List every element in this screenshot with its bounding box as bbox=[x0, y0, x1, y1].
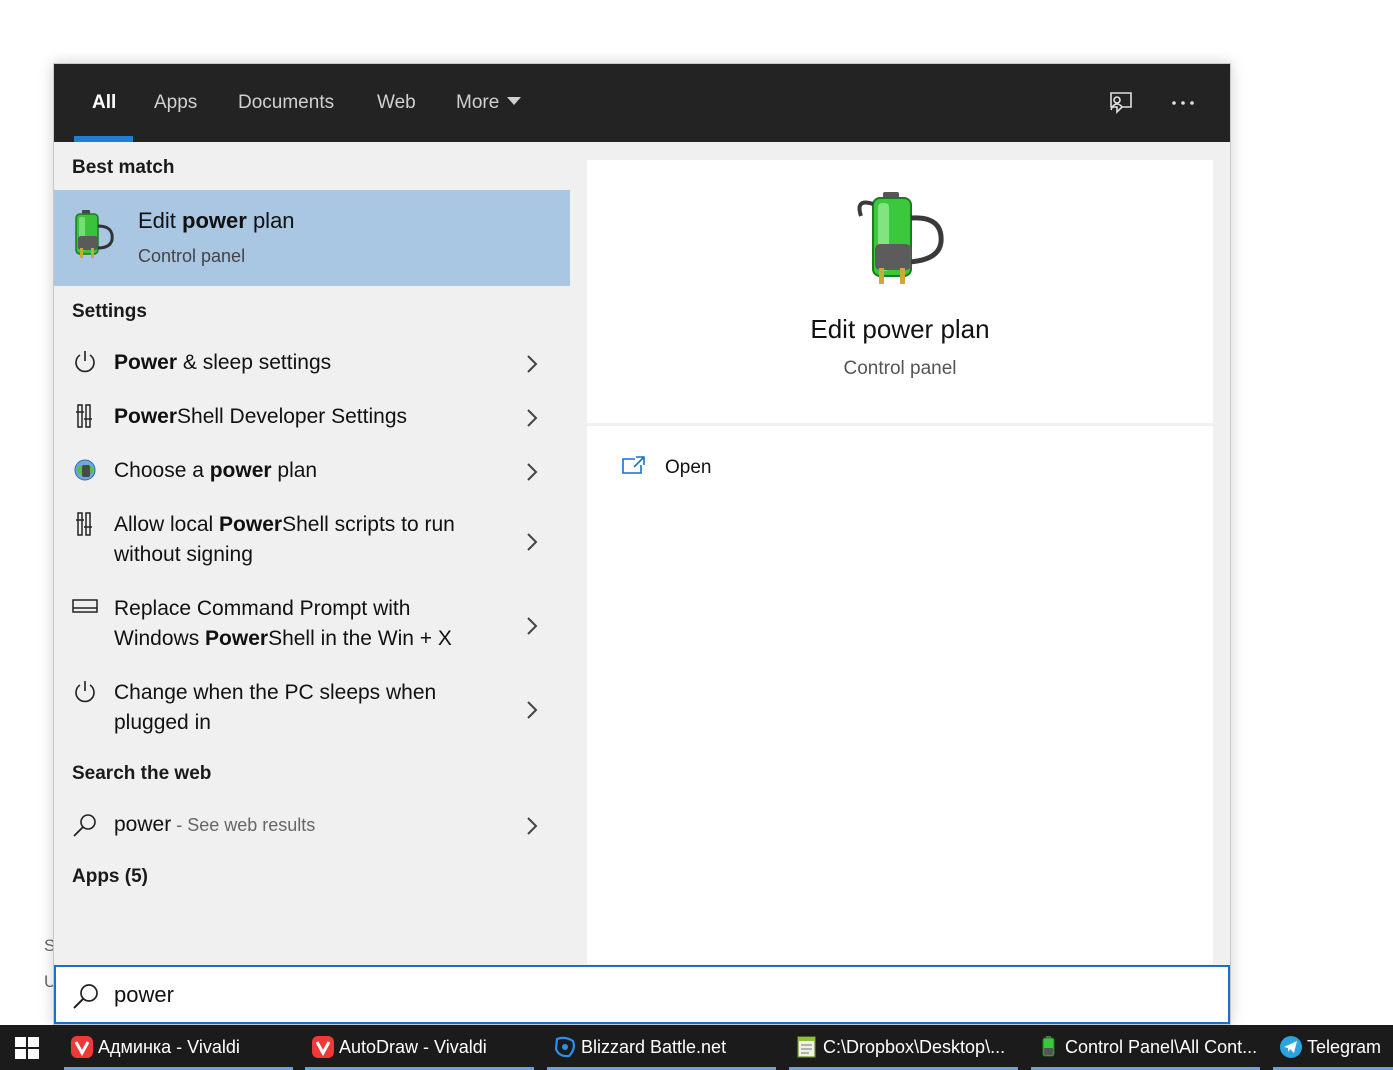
taskbar-item-vivaldi-autodraw[interactable]: AutoDraw - Vivaldi bbox=[305, 1025, 534, 1070]
best-match-result[interactable]: Edit power plan Control panel bbox=[54, 190, 570, 286]
settings-item-change-sleep[interactable]: Change when the PC sleeps when plugged in bbox=[54, 668, 570, 750]
tab-more-label: More bbox=[456, 92, 500, 113]
settings-item-label: Choose a power plan bbox=[114, 459, 318, 482]
results-list: Best match Edit power plan Control panel… bbox=[54, 142, 570, 964]
battlenet-icon bbox=[554, 1036, 575, 1058]
chevron-down-icon bbox=[507, 96, 522, 105]
chevron-right-icon bbox=[527, 533, 538, 551]
power-options-icon bbox=[74, 459, 96, 481]
vivaldi-icon bbox=[71, 1036, 93, 1058]
settings-item-power-sleep[interactable]: Power & sleep settings bbox=[54, 338, 570, 390]
taskbar-item-label: Telegram bbox=[1307, 1037, 1382, 1057]
tab-documents[interactable]: Documents bbox=[238, 64, 334, 142]
telegram-icon bbox=[1280, 1036, 1302, 1058]
taskbar-item-battlenet[interactable]: Blizzard Battle.net bbox=[547, 1025, 776, 1070]
taskbar-item-vivaldi-admin[interactable]: Админка - Vivaldi bbox=[64, 1025, 293, 1070]
preview-pane: Edit power plan Control panel Open bbox=[587, 160, 1213, 964]
chevron-right-icon bbox=[527, 355, 538, 373]
power-plan-battery-icon bbox=[1042, 1036, 1055, 1057]
taskbar-item-telegram[interactable]: Telegram bbox=[1273, 1025, 1393, 1070]
preview-header: Edit power plan Control panel bbox=[587, 160, 1213, 426]
settings-item-label: Replace Command Prompt with Windows Power… bbox=[114, 597, 452, 650]
windows-start-icon[interactable] bbox=[14, 1036, 40, 1060]
chevron-right-icon bbox=[527, 701, 538, 719]
search-icon bbox=[73, 984, 98, 1009]
settings-item-allow-powershell-scripts[interactable]: Allow local PowerShell scripts to run wit… bbox=[54, 500, 570, 582]
taskbar-icon bbox=[72, 599, 98, 613]
taskbar-item-label: AutoDraw - Vivaldi bbox=[339, 1037, 487, 1057]
tab-more[interactable]: More bbox=[456, 64, 522, 142]
power-icon bbox=[75, 351, 95, 373]
web-search-result[interactable]: power - See web results bbox=[54, 800, 570, 852]
tab-web[interactable]: Web bbox=[377, 64, 416, 142]
notepad-icon bbox=[797, 1036, 816, 1058]
search-input[interactable] bbox=[114, 975, 1204, 1015]
vivaldi-icon bbox=[312, 1036, 334, 1058]
power-plan-battery-icon bbox=[75, 210, 114, 258]
settings-item-label: Change when the PC sleeps when plugged in bbox=[114, 681, 437, 734]
chevron-right-icon bbox=[527, 617, 538, 635]
open-action[interactable]: Open bbox=[621, 455, 781, 485]
power-icon bbox=[75, 681, 95, 703]
apps-heading[interactable]: Apps (5) bbox=[72, 866, 148, 888]
chevron-right-icon bbox=[527, 463, 538, 481]
tab-apps[interactable]: Apps bbox=[154, 64, 197, 142]
taskbar: Админка - Vivaldi AutoDraw - Vivaldi Bli… bbox=[0, 1025, 1393, 1070]
taskbar-item-label: Blizzard Battle.net bbox=[581, 1037, 727, 1057]
search-filter-bar: All Apps Documents Web More bbox=[54, 64, 1230, 142]
settings-item-label: PowerShell Developer Settings bbox=[114, 405, 407, 428]
open-external-icon bbox=[622, 456, 645, 474]
search-web-heading: Search the web bbox=[72, 763, 212, 784]
developer-tools-icon bbox=[76, 404, 92, 428]
taskbar-item-notepad[interactable]: C:\Dropbox\Desktop\... bbox=[789, 1025, 1018, 1070]
settings-item-replace-command-prompt[interactable]: Replace Command Prompt with Windows Power… bbox=[54, 584, 570, 666]
taskbar-item-label: Control Panel\All Cont... bbox=[1065, 1037, 1258, 1057]
more-options-icon[interactable] bbox=[1168, 88, 1198, 118]
start-search-panel: All Apps Documents Web More Best match E… bbox=[53, 63, 1231, 1025]
preview-subtitle: Control panel bbox=[843, 358, 957, 379]
best-match-subtitle: Control panel bbox=[138, 246, 246, 266]
best-match-title: Edit power plan bbox=[138, 208, 295, 233]
settings-item-label: Allow local PowerShell scripts to run wit… bbox=[114, 513, 455, 566]
search-bar bbox=[54, 965, 1230, 1024]
taskbar-item-label: Админка - Vivaldi bbox=[98, 1037, 240, 1057]
chevron-right-icon bbox=[527, 409, 538, 427]
open-label: Open bbox=[665, 457, 712, 478]
taskbar-item-control-panel[interactable]: Control Panel\All Cont... bbox=[1031, 1025, 1260, 1070]
settings-heading: Settings bbox=[72, 301, 147, 322]
web-search-label: power - See web results bbox=[114, 813, 316, 836]
best-match-heading: Best match bbox=[72, 157, 175, 178]
settings-item-choose-power-plan[interactable]: Choose a power plan bbox=[54, 446, 570, 498]
developer-tools-icon bbox=[76, 512, 92, 536]
taskbar-item-label: C:\Dropbox\Desktop\... bbox=[823, 1037, 1006, 1057]
settings-item-powershell-developer[interactable]: PowerShell Developer Settings bbox=[54, 392, 570, 444]
chevron-right-icon bbox=[527, 817, 538, 835]
preview-title: Edit power plan bbox=[810, 314, 990, 344]
power-plan-battery-icon bbox=[857, 192, 944, 284]
tab-all[interactable]: All bbox=[92, 64, 116, 142]
settings-item-label: Power & sleep settings bbox=[114, 351, 332, 374]
feedback-icon[interactable] bbox=[1105, 88, 1135, 118]
search-icon bbox=[73, 814, 96, 837]
